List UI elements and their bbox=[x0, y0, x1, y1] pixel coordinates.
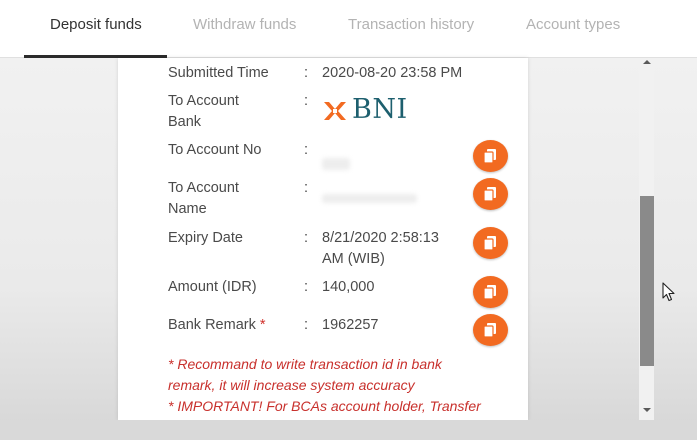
bottom-band bbox=[0, 420, 697, 440]
to-account-name-label: To Account Name bbox=[168, 178, 288, 220]
colon: : bbox=[304, 317, 309, 333]
required-asterisk: * bbox=[259, 317, 266, 333]
copy-account-name-button[interactable] bbox=[473, 178, 508, 210]
scroll-down-arrow-icon[interactable] bbox=[643, 408, 651, 412]
copy-icon bbox=[483, 187, 496, 202]
colon: : bbox=[304, 279, 309, 295]
submitted-time-label: Submitted Time bbox=[168, 65, 269, 81]
redacted-account-name bbox=[322, 194, 417, 203]
tab-bar: Deposit funds Withdraw funds Transaction… bbox=[0, 0, 697, 58]
to-account-name-label-line1: To Account bbox=[168, 180, 239, 196]
note-line-3: * IMPORTANT! For BCAs account holder, Tr… bbox=[168, 398, 481, 414]
expiry-date-value-line1: 8/21/2020 2:58:13 bbox=[322, 230, 439, 246]
to-account-bank-label: To Account Bank bbox=[168, 91, 288, 133]
bni-logo-icon: BNI bbox=[322, 94, 408, 125]
colon: : bbox=[304, 180, 309, 196]
to-account-bank-label-line2: Bank bbox=[168, 114, 202, 130]
copy-account-no-button[interactable] bbox=[473, 140, 508, 172]
note-line-1: * Recommand to write transaction id in b… bbox=[168, 356, 442, 372]
redacted-account-no bbox=[322, 158, 350, 170]
scrollbar-thumb[interactable] bbox=[640, 196, 654, 366]
colon: : bbox=[304, 65, 309, 81]
colon: : bbox=[304, 142, 309, 158]
copy-bank-remark-button[interactable] bbox=[473, 314, 508, 346]
colon: : bbox=[304, 230, 309, 246]
copy-amount-button[interactable] bbox=[473, 276, 508, 308]
deposit-details-card: Submitted Time : 2020-08-20 23:58 PM To … bbox=[118, 58, 528, 420]
colon: : bbox=[304, 93, 309, 109]
tab-deposit-funds[interactable]: Deposit funds bbox=[50, 0, 142, 58]
tab-transaction-history[interactable]: Transaction history bbox=[348, 0, 474, 58]
expiry-date-label: Expiry Date bbox=[168, 230, 243, 246]
copy-icon bbox=[483, 236, 496, 251]
scroll-up-arrow-icon[interactable] bbox=[643, 60, 651, 64]
expiry-date-value: 8/21/2020 2:58:13 AM (WIB) bbox=[322, 228, 472, 270]
expiry-date-value-line2: AM (WIB) bbox=[322, 251, 385, 267]
copy-icon bbox=[483, 323, 496, 338]
bni-logo-text: BNI bbox=[352, 94, 408, 125]
bank-remark-label-text: Bank Remark bbox=[168, 317, 256, 333]
submitted-time-value: 2020-08-20 23:58 PM bbox=[322, 65, 463, 81]
tab-withdraw-funds[interactable]: Withdraw funds bbox=[193, 0, 296, 58]
amount-value: 140,000 bbox=[322, 279, 375, 295]
copy-icon bbox=[483, 285, 496, 300]
to-account-no-label: To Account No bbox=[168, 142, 262, 158]
mouse-pointer-icon bbox=[662, 282, 676, 307]
copy-expiry-date-button[interactable] bbox=[473, 227, 508, 259]
to-account-bank-label-line1: To Account bbox=[168, 93, 239, 109]
bank-remark-label: Bank Remark * bbox=[168, 315, 298, 336]
to-account-name-label-line2: Name bbox=[168, 201, 207, 217]
tab-account-types[interactable]: Account types bbox=[526, 0, 620, 58]
amount-label: Amount (IDR) bbox=[168, 279, 257, 295]
copy-icon bbox=[483, 149, 496, 164]
note-line-2: remark, it will increase system accuracy bbox=[168, 377, 415, 393]
bank-remark-value: 1962257 bbox=[322, 317, 379, 333]
